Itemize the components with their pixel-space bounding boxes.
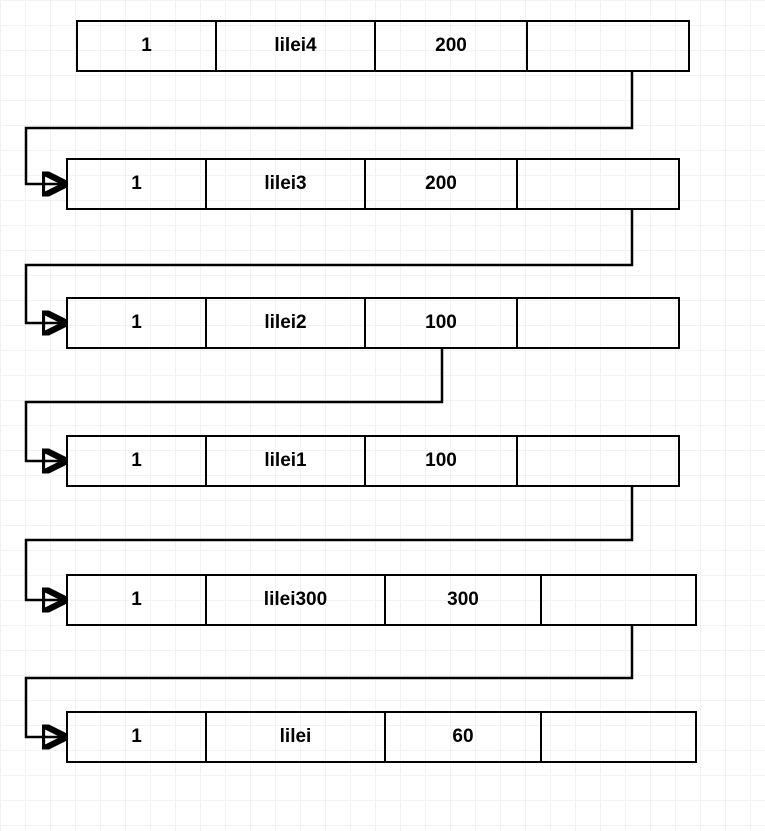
node-name: lilei bbox=[205, 711, 384, 763]
node-value: 100 bbox=[364, 435, 516, 487]
node-value: 200 bbox=[364, 158, 516, 210]
node-value: 200 bbox=[374, 20, 526, 72]
node-next bbox=[540, 574, 697, 626]
node-id: 1 bbox=[66, 435, 205, 487]
node-value: 300 bbox=[384, 574, 540, 626]
node-next bbox=[526, 20, 690, 72]
node-id: 1 bbox=[66, 711, 205, 763]
node-name: lilei2 bbox=[205, 297, 364, 349]
node-name: lilei3 bbox=[205, 158, 364, 210]
node-row-1: 1 lilei3 200 bbox=[66, 158, 680, 210]
linked-list-connectors bbox=[0, 0, 765, 831]
node-id: 1 bbox=[66, 574, 205, 626]
node-row-0: 1 lilei4 200 bbox=[76, 20, 690, 72]
node-row-2: 1 lilei2 100 bbox=[66, 297, 680, 349]
node-name: lilei1 bbox=[205, 435, 364, 487]
node-id: 1 bbox=[66, 158, 205, 210]
node-row-5: 1 lilei 60 bbox=[66, 711, 697, 763]
node-next bbox=[516, 435, 680, 487]
node-value: 60 bbox=[384, 711, 540, 763]
node-row-4: 1 lilei300 300 bbox=[66, 574, 697, 626]
node-row-3: 1 lilei1 100 bbox=[66, 435, 680, 487]
node-value: 100 bbox=[364, 297, 516, 349]
node-name: lilei4 bbox=[215, 20, 374, 72]
node-next bbox=[516, 158, 680, 210]
node-id: 1 bbox=[76, 20, 215, 72]
node-id: 1 bbox=[66, 297, 205, 349]
node-next bbox=[540, 711, 697, 763]
node-next bbox=[516, 297, 680, 349]
node-name: lilei300 bbox=[205, 574, 384, 626]
